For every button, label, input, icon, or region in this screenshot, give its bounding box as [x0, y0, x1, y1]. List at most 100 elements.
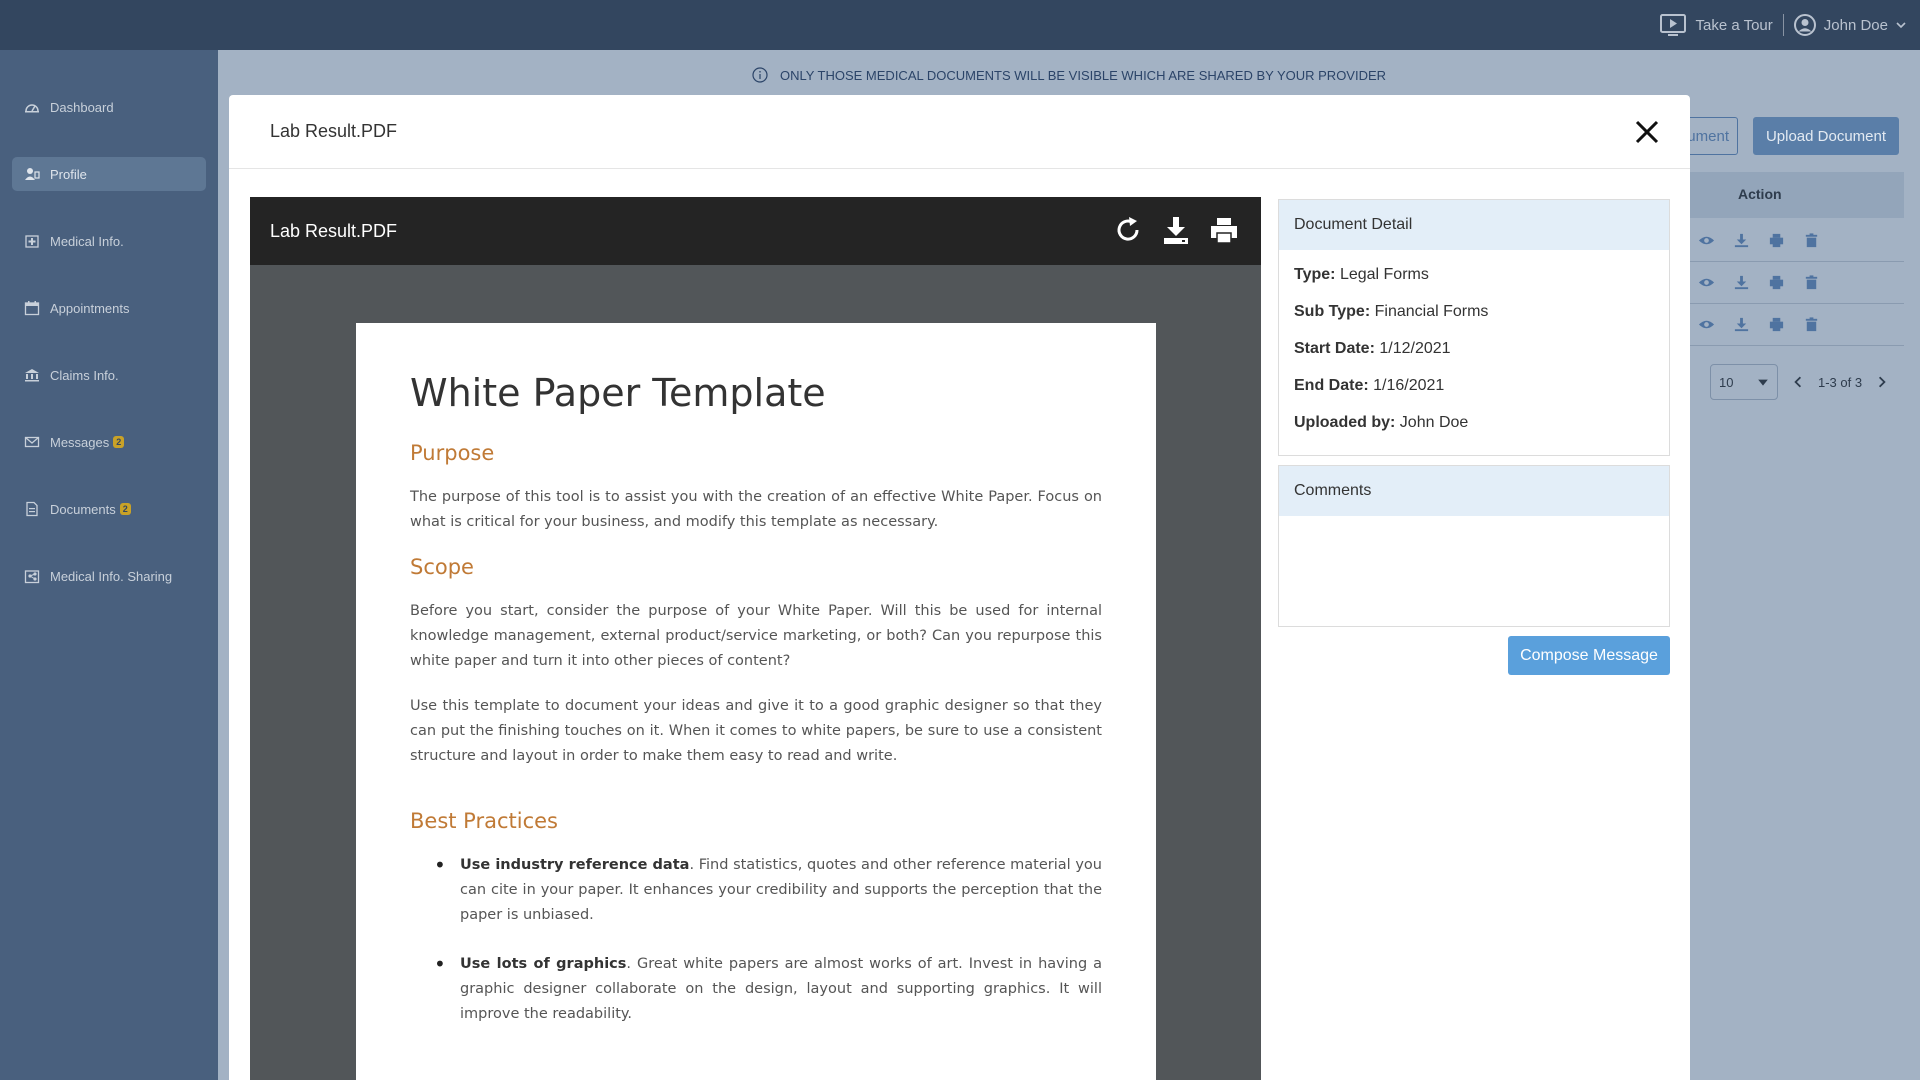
- action-column-header: Action: [1738, 186, 1782, 202]
- top-bar: Take a Tour John Doe: [0, 0, 1920, 50]
- background-document-button-label: ument: [1687, 127, 1729, 145]
- trash-icon[interactable]: [1803, 274, 1820, 291]
- take-a-tour-label: Take a Tour: [1695, 16, 1773, 34]
- comments-card[interactable]: Comments: [1278, 465, 1670, 627]
- take-a-tour-button[interactable]: Take a Tour: [1659, 14, 1773, 36]
- eye-icon[interactable]: [1698, 274, 1715, 291]
- print-icon[interactable]: [1768, 316, 1785, 333]
- trash-icon[interactable]: [1803, 316, 1820, 333]
- document-modal: Lab Result.PDF Lab Result.PDF White Pape…: [229, 95, 1690, 1080]
- chevron-left-icon[interactable]: [1792, 376, 1804, 388]
- close-icon[interactable]: [1632, 117, 1662, 147]
- pdf-viewer-toolbar: Lab Result.PDF: [250, 197, 1261, 265]
- detail-type-value: Legal Forms: [1339, 266, 1429, 283]
- caret-down-icon: [1758, 379, 1768, 386]
- comments-heading: Comments: [1279, 466, 1669, 516]
- sidebar-item-label: Medical Info. Sharing: [50, 568, 173, 584]
- eye-icon[interactable]: [1698, 232, 1715, 249]
- sidebar-item-dashboard[interactable]: Dashboard: [12, 90, 206, 124]
- detail-end-label: End Date:: [1294, 377, 1369, 394]
- download-icon[interactable]: [1733, 316, 1750, 333]
- documents-table-header: Action: [1690, 172, 1904, 218]
- documents-icon: [26, 501, 38, 517]
- upload-document-label: Upload Document: [1765, 127, 1887, 145]
- detail-subtype: Sub Type: Financial Forms: [1294, 303, 1654, 326]
- refresh-icon[interactable]: [1113, 214, 1143, 246]
- download-icon[interactable]: [1733, 274, 1750, 291]
- detail-subtype-label: Sub Type:: [1294, 303, 1371, 320]
- pdf-heading-best-practices: Best Practices: [410, 809, 558, 833]
- print-icon[interactable]: [1209, 214, 1239, 246]
- pdf-heading-scope: Scope: [410, 555, 474, 579]
- download-icon[interactable]: [1161, 214, 1191, 246]
- detail-start-value: 1/12/2021: [1379, 340, 1451, 357]
- user-menu[interactable]: John Doe: [1793, 14, 1906, 36]
- sidebar: Dashboard Profile Medical Info. Appointm…: [0, 50, 218, 1080]
- sidebar-item-medical-info[interactable]: Medical Info.: [12, 224, 206, 258]
- list-item: Use industry reference data. Find statis…: [410, 853, 1102, 928]
- document-detail-heading: Document Detail: [1279, 200, 1669, 250]
- detail-uploaded-by: Uploaded by: John Doe: [1294, 414, 1654, 437]
- sidebar-item-profile[interactable]: Profile: [12, 157, 206, 191]
- sidebar-item-label: Messages: [50, 434, 110, 450]
- sharing-icon: [24, 570, 40, 584]
- sidebar-item-label: Appointments: [50, 300, 130, 316]
- sidebar-item-medical-info-sharing[interactable]: Medical Info. Sharing: [12, 559, 206, 593]
- detail-end-value: 1/16/2021: [1373, 377, 1445, 394]
- detail-end-date: End Date: 1/16/2021: [1294, 377, 1654, 400]
- pdf-toolbar-actions: [1113, 214, 1239, 246]
- pdf-viewer: Lab Result.PDF White Paper Template Purp…: [250, 197, 1261, 1080]
- table-row: [1690, 304, 1904, 346]
- messages-count-badge: 2: [113, 436, 125, 448]
- sidebar-item-claims-info[interactable]: Claims Info.: [12, 358, 206, 392]
- pdf-file-name: Lab Result.PDF: [270, 220, 398, 241]
- print-icon[interactable]: [1768, 274, 1785, 291]
- print-icon[interactable]: [1768, 232, 1785, 249]
- medical-icon: [25, 235, 39, 248]
- claims-icon: [25, 369, 39, 382]
- eye-icon[interactable]: [1698, 316, 1715, 333]
- sidebar-item-label: Medical Info.: [50, 233, 124, 249]
- sidebar-item-label: Profile: [50, 166, 87, 182]
- detail-uploaded-label: Uploaded by:: [1294, 414, 1396, 431]
- pdf-paragraph-scope-2: Use this template to document your ideas…: [410, 698, 1102, 764]
- pdf-best-practices-list: Use industry reference data. Find statis…: [410, 853, 1102, 1027]
- modal-header: Lab Result.PDF: [229, 95, 1690, 169]
- chevron-right-icon[interactable]: [1876, 376, 1888, 388]
- page-size-value: 10: [1719, 374, 1734, 390]
- pdf-page: White Paper Template Purpose The purpose…: [356, 323, 1156, 1080]
- info-icon: [752, 67, 768, 83]
- upload-document-button[interactable]: Upload Document: [1753, 117, 1899, 155]
- messages-icon: [24, 436, 40, 448]
- pdf-paragraph-purpose: The purpose of this tool is to assist yo…: [410, 489, 1102, 530]
- sidebar-item-label: Dashboard: [50, 99, 114, 115]
- modal-title: Lab Result.PDF: [270, 121, 398, 141]
- pdf-heading-purpose: Purpose: [410, 441, 495, 465]
- trash-icon[interactable]: [1803, 232, 1820, 249]
- list-item-bold: Use industry reference data: [460, 857, 690, 873]
- list-item-bold: Use lots of graphics: [460, 956, 627, 972]
- documents-count-badge: 2: [119, 503, 131, 515]
- topbar-divider: [1782, 14, 1784, 36]
- table-row: [1690, 262, 1904, 304]
- sidebar-item-documents[interactable]: Documents 2: [12, 492, 206, 526]
- sidebar-item-appointments[interactable]: Appointments: [12, 291, 206, 325]
- pager-range: 1-3 of 3: [1818, 374, 1863, 390]
- dashboard-icon: [25, 104, 39, 113]
- pdf-paragraph-scope-1: Before you start, consider the purpose o…: [410, 603, 1102, 669]
- detail-type-label: Type:: [1294, 266, 1336, 283]
- download-icon[interactable]: [1733, 232, 1750, 249]
- page-size-select[interactable]: 10: [1710, 364, 1778, 400]
- detail-uploaded-value: John Doe: [1399, 414, 1469, 431]
- play-video-icon: [1659, 14, 1686, 36]
- topbar-actions: Take a Tour John Doe: [1659, 0, 1907, 50]
- info-banner: ONLY THOSE MEDICAL DOCUMENTS WILL BE VIS…: [218, 50, 1920, 100]
- info-banner-text: ONLY THOSE MEDICAL DOCUMENTS WILL BE VIS…: [779, 67, 1387, 83]
- sidebar-item-messages[interactable]: Messages 2: [12, 425, 206, 459]
- compose-message-button[interactable]: Compose Message: [1508, 636, 1670, 675]
- calendar-icon: [24, 301, 40, 316]
- pdf-title: White Paper Template: [410, 371, 826, 415]
- chevron-down-icon: [1896, 22, 1906, 29]
- user-name: John Doe: [1823, 16, 1888, 34]
- pagination: 10 1-3 of 3: [1710, 364, 1888, 400]
